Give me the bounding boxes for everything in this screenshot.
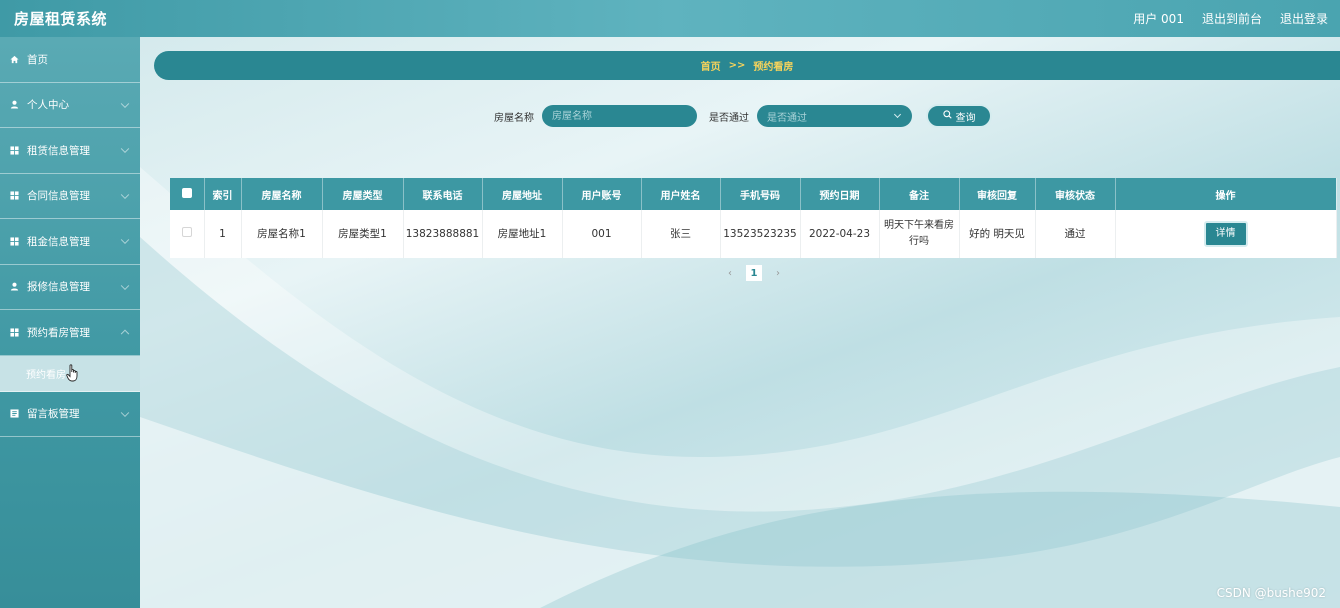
logout-link[interactable]: 退出登录: [1280, 10, 1328, 27]
cell-mobile: 13523523235: [720, 210, 801, 258]
row-select-cell: [170, 210, 205, 258]
chevron-down-icon: [120, 99, 130, 108]
chevron-down-icon: [120, 190, 130, 199]
column-header: 备注: [879, 178, 960, 210]
sidebar-item-label: 合同信息管理: [27, 190, 90, 203]
grid-icon: [10, 146, 19, 155]
sidebar-subitem-viewing-appointment[interactable]: 预约看房: [0, 355, 140, 392]
query-button[interactable]: 查询: [926, 104, 992, 128]
cell-actions: 详情: [1115, 210, 1337, 258]
sidebar-item-label: 租赁信息管理: [27, 144, 90, 157]
sidebar-item-label: 首页: [27, 53, 48, 66]
column-header: 手机号码: [720, 178, 801, 210]
column-header: 房屋名称: [241, 178, 323, 210]
cell-index: 1: [204, 210, 242, 258]
chevron-down-icon: [120, 235, 130, 245]
breadcrumb: 首页 >> 预约看房: [154, 51, 1340, 80]
cell-username: 张三: [641, 210, 721, 258]
column-header: 审核回复: [959, 178, 1036, 210]
data-table: 索引 房屋名称 房屋类型 联系电话 房屋地址 用户账号 用户姓名 手机号码 预约…: [170, 178, 1337, 258]
cell-house-type: 房屋类型1: [322, 210, 404, 258]
current-user[interactable]: 用户 001: [1133, 10, 1184, 27]
query-button-label: 查询: [955, 112, 976, 124]
cell-address: 房屋地址1: [482, 210, 563, 258]
user-icon: [10, 100, 19, 109]
select-all-checkbox[interactable]: [181, 187, 192, 198]
cell-remark: 明天下午来看房行吗: [879, 210, 960, 258]
cell-account: 001: [562, 210, 642, 258]
sidebar: 首页 个人中心 租赁信息管理 合同信息管理 租金信息管理 报修信息管理 预约看房…: [0, 37, 140, 608]
sidebar-item-label: 个人中心: [27, 99, 69, 112]
prev-page-button[interactable]: ‹: [722, 265, 738, 281]
column-header: 索引: [204, 178, 242, 210]
sidebar-item-rent-info[interactable]: 租金信息管理: [0, 219, 140, 265]
sidebar-item-contract-info[interactable]: 合同信息管理: [0, 174, 140, 219]
column-header: 预约日期: [800, 178, 880, 210]
home-icon: [10, 55, 19, 64]
next-page-button[interactable]: ›: [770, 265, 786, 281]
house-name-label: 房屋名称: [494, 112, 534, 124]
search-icon: [942, 110, 952, 122]
cell-reply: 好的 明天见: [959, 210, 1036, 258]
main-content: 首页 >> 预约看房 房屋名称 是否通过 是否通过 查询: [140, 37, 1340, 608]
hand-cursor-icon: [66, 363, 80, 385]
sidebar-item-personal-center[interactable]: 个人中心: [0, 83, 140, 128]
sidebar-item-label: 留言板管理: [27, 408, 80, 421]
sidebar-item-rental-info[interactable]: 租赁信息管理: [0, 128, 140, 174]
sidebar-item-viewing-appointment[interactable]: 预约看房管理: [0, 310, 140, 356]
table-header-row: 索引 房屋名称 房屋类型 联系电话 房屋地址 用户账号 用户姓名 手机号码 预约…: [170, 178, 1337, 210]
cell-phone: 13823888881: [403, 210, 483, 258]
sidebar-item-label: 报修信息管理: [27, 281, 90, 294]
table-row: 1 房屋名称1 房屋类型1 13823888881 房屋地址1 001 张三 1…: [170, 210, 1337, 258]
house-name-input[interactable]: [542, 105, 697, 127]
note-icon: [10, 409, 19, 418]
pagination: ‹ 1 ›: [722, 265, 786, 281]
page-number[interactable]: 1: [746, 265, 762, 281]
column-header: 房屋类型: [322, 178, 404, 210]
top-bar-actions: 用户 001 退出到前台 退出登录: [1133, 10, 1340, 27]
back-to-front-link[interactable]: 退出到前台: [1202, 10, 1262, 27]
watermark: CSDN @bushe902: [1216, 586, 1326, 600]
row-checkbox[interactable]: [181, 227, 192, 237]
chevron-down-icon: [893, 110, 902, 119]
chevron-down-icon: [120, 144, 130, 154]
top-bar: 房屋租赁系统 用户 001 退出到前台 退出登录: [0, 0, 1340, 37]
sidebar-item-home[interactable]: 首页: [0, 37, 140, 83]
chevron-down-icon: [120, 281, 130, 290]
grid-icon: [10, 328, 19, 337]
pass-status-placeholder: 是否通过: [767, 112, 807, 124]
cell-date: 2022-04-23: [800, 210, 880, 258]
sidebar-item-label: 预约看房管理: [27, 326, 90, 339]
sidebar-subitem-label: 预约看房: [26, 369, 66, 381]
sidebar-item-repair-info[interactable]: 报修信息管理: [0, 265, 140, 310]
column-header: 审核状态: [1035, 178, 1116, 210]
app-title: 房屋租赁系统: [14, 10, 108, 28]
grid-icon: [10, 237, 19, 246]
chevron-down-icon: [120, 408, 130, 417]
search-bar: 房屋名称 是否通过 是否通过 查询: [494, 104, 992, 128]
breadcrumb-home[interactable]: 首页: [701, 58, 721, 73]
breadcrumb-separator: >>: [728, 60, 746, 71]
grid-icon: [10, 191, 19, 200]
chevron-up-icon: [120, 329, 130, 339]
cell-status: 通过: [1035, 210, 1116, 258]
breadcrumb-current: 预约看房: [753, 62, 794, 73]
cell-house-name: 房屋名称1: [241, 210, 323, 258]
column-header: 操作: [1115, 178, 1337, 210]
column-header: 房屋地址: [482, 178, 563, 210]
pass-status-label: 是否通过: [709, 112, 749, 124]
column-header: 用户账号: [562, 178, 642, 210]
sidebar-item-message-board[interactable]: 留言板管理: [0, 392, 140, 437]
select-all-cell: [170, 178, 205, 210]
sidebar-item-label: 租金信息管理: [27, 235, 90, 248]
column-header: 联系电话: [403, 178, 483, 210]
detail-button[interactable]: 详情: [1203, 221, 1248, 247]
pass-status-select[interactable]: 是否通过: [757, 105, 912, 127]
user-icon: [10, 282, 19, 291]
column-header: 用户姓名: [641, 178, 721, 210]
